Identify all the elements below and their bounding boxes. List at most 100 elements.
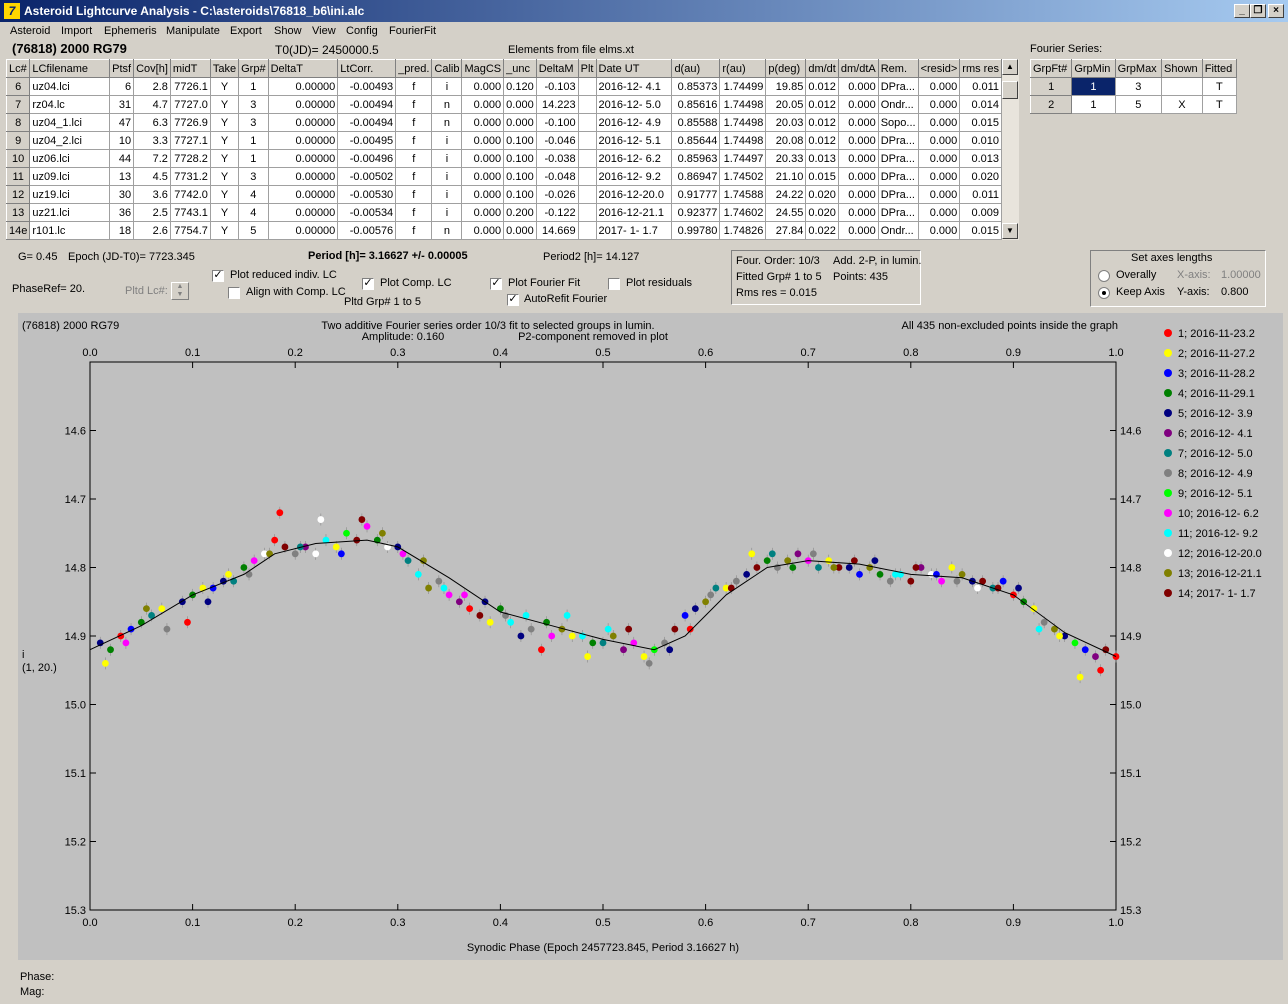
table-cell[interactable]: 3.6 [133, 185, 171, 204]
column-header[interactable]: Ptsf [109, 59, 135, 78]
table-cell[interactable]: -0.048 [535, 167, 579, 186]
table-cell[interactable]: i [431, 77, 463, 96]
table-cell[interactable]: Y [209, 113, 240, 132]
table-cell[interactable]: 0.000 [917, 131, 961, 150]
table-cell[interactable]: Y [209, 95, 240, 114]
table-cell[interactable]: 2016-12- 4.9 [595, 113, 673, 132]
table-cell[interactable]: 0.85373 [671, 77, 721, 96]
table-cell[interactable]: 30 [109, 185, 135, 204]
table-cell[interactable]: i [431, 203, 463, 222]
table-cell[interactable]: 0.00000 [267, 185, 339, 204]
table-cell[interactable]: -0.00493 [337, 77, 397, 96]
table-cell[interactable]: Y [209, 131, 240, 150]
table-cell[interactable]: 1.74826 [719, 221, 767, 240]
phase-plot-svg[interactable]: (76818) 2000 RG79 Two additive Fourier s… [18, 313, 1283, 960]
table-cell[interactable]: 2.5 [133, 203, 171, 222]
table-cell[interactable]: 0.022 [805, 221, 839, 240]
column-header[interactable]: rms res [959, 59, 1002, 78]
column-header[interactable]: DeltaM [535, 59, 579, 78]
table-cell[interactable]: 0.00000 [267, 95, 339, 114]
plot-residuals-checkbox[interactable] [608, 278, 620, 290]
table-cell[interactable]: 0.85963 [671, 149, 721, 168]
table-cell[interactable]: 47 [109, 113, 135, 132]
table-cell[interactable]: 2.8 [133, 77, 171, 96]
table-cell[interactable]: 0.00000 [267, 221, 339, 240]
table-cell[interactable]: 0.000 [461, 185, 505, 204]
column-header[interactable]: DeltaT [267, 59, 339, 78]
table-cell[interactable]: 0.000 [917, 113, 961, 132]
table-cell[interactable]: 0.100 [503, 149, 537, 168]
table-cell[interactable]: i [431, 131, 463, 150]
table-cell[interactable]: 0.85616 [671, 95, 721, 114]
table-cell[interactable]: 0.012 [805, 77, 839, 96]
table-cell[interactable]: 4 [238, 203, 269, 222]
fourier-cell[interactable]: X [1161, 95, 1203, 114]
table-cell[interactable]: 7 [5, 95, 31, 114]
table-cell[interactable]: 7731.2 [169, 167, 211, 186]
autorefit-checkbox[interactable]: ✓ [507, 294, 519, 306]
table-row[interactable]: 14e r101.lc 18 2.6 7754.7 Y 5 0.00000 -0.00576 f n… [5, 221, 1002, 240]
table-cell[interactable]: Y [209, 149, 240, 168]
table-cell[interactable]: 0.000 [461, 113, 505, 132]
table-cell[interactable]: 18 [109, 221, 135, 240]
table-cell[interactable]: 0.014 [959, 95, 1002, 114]
table-cell[interactable]: 2016-12- 9.2 [595, 167, 673, 186]
table-cell[interactable]: 0.00000 [267, 77, 339, 96]
table-cell[interactable]: n [431, 221, 463, 240]
table-cell[interactable]: 13 [5, 203, 31, 222]
table-cell[interactable]: 1.74602 [719, 203, 767, 222]
table-cell[interactable]: 0.120 [503, 77, 537, 96]
fourier-cell[interactable] [1161, 77, 1203, 96]
table-cell[interactable]: 13 [109, 167, 135, 186]
column-header[interactable]: midT [169, 59, 211, 78]
table-cell[interactable]: 20.08 [765, 131, 807, 150]
column-header[interactable]: _unc [503, 59, 537, 78]
table-cell[interactable]: 1.74498 [719, 95, 767, 114]
fourier-cell[interactable]: 2 [1029, 95, 1073, 114]
table-cell[interactable]: Y [209, 221, 240, 240]
lightcurve-plot[interactable]: (76818) 2000 RG79 Two additive Fourier s… [18, 313, 1283, 960]
fourier-column-header[interactable]: Shown [1161, 59, 1203, 78]
table-cell[interactable]: 1 [238, 77, 269, 96]
table-cell[interactable]: 0.100 [503, 185, 537, 204]
fourier-cell[interactable]: 1 [1029, 77, 1073, 96]
column-header[interactable]: <resid> [917, 59, 961, 78]
table-cell[interactable]: 0.000 [461, 131, 505, 150]
table-cell[interactable]: 10 [5, 149, 31, 168]
table-cell[interactable]: -0.103 [535, 77, 579, 96]
table-cell[interactable]: -0.00495 [337, 131, 397, 150]
restore-button[interactable]: ❐ [1250, 4, 1266, 18]
table-cell[interactable]: 0.91777 [671, 185, 721, 204]
table-cell[interactable]: 1.74498 [719, 131, 767, 150]
table-cell[interactable]: 0.020 [959, 167, 1002, 186]
table-cell[interactable]: 6 [5, 77, 31, 96]
table-cell[interactable]: uz04_2.lci [29, 131, 111, 150]
table-cell[interactable]: i [431, 167, 463, 186]
table-cell[interactable]: 0.009 [959, 203, 1002, 222]
table-cell[interactable]: 24.22 [765, 185, 807, 204]
table-cell[interactable]: 0.000 [917, 149, 961, 168]
table-cell[interactable]: -0.00576 [337, 221, 397, 240]
table-cell[interactable]: 0.000 [461, 77, 505, 96]
table-scrollbar[interactable]: ▲ ▼ [1002, 59, 1019, 240]
table-cell[interactable]: -0.100 [535, 113, 579, 132]
table-cell[interactable]: DPra... [877, 167, 919, 186]
table-cell[interactable]: 2016-12- 5.0 [595, 95, 673, 114]
table-cell[interactable]: 2016-12- 6.2 [595, 149, 673, 168]
table-row[interactable]: 10 uz06.lci 44 7.2 7728.2 Y 1 0.00000 -0.00496 f i… [5, 149, 1002, 168]
table-cell[interactable]: 1 [238, 149, 269, 168]
table-cell[interactable]: Ondr... [877, 95, 919, 114]
table-cell[interactable]: 6 [109, 77, 135, 96]
table-cell[interactable]: 0.000 [837, 95, 879, 114]
table-row[interactable]: 11 uz09.lci 13 4.5 7731.2 Y 3 0.00000 -0.00502 f i… [5, 167, 1002, 186]
table-cell[interactable]: uz19.lci [29, 185, 111, 204]
table-cell[interactable]: 20.33 [765, 149, 807, 168]
table-cell[interactable]: 1 [238, 131, 269, 150]
column-header[interactable]: dm/dtA [837, 59, 879, 78]
table-cell[interactable] [577, 203, 597, 222]
table-cell[interactable]: f [395, 203, 433, 222]
table-cell[interactable]: 0.100 [503, 131, 537, 150]
table-cell[interactable]: 0.000 [917, 185, 961, 204]
table-cell[interactable]: DPra... [877, 203, 919, 222]
table-cell[interactable]: -0.00534 [337, 203, 397, 222]
